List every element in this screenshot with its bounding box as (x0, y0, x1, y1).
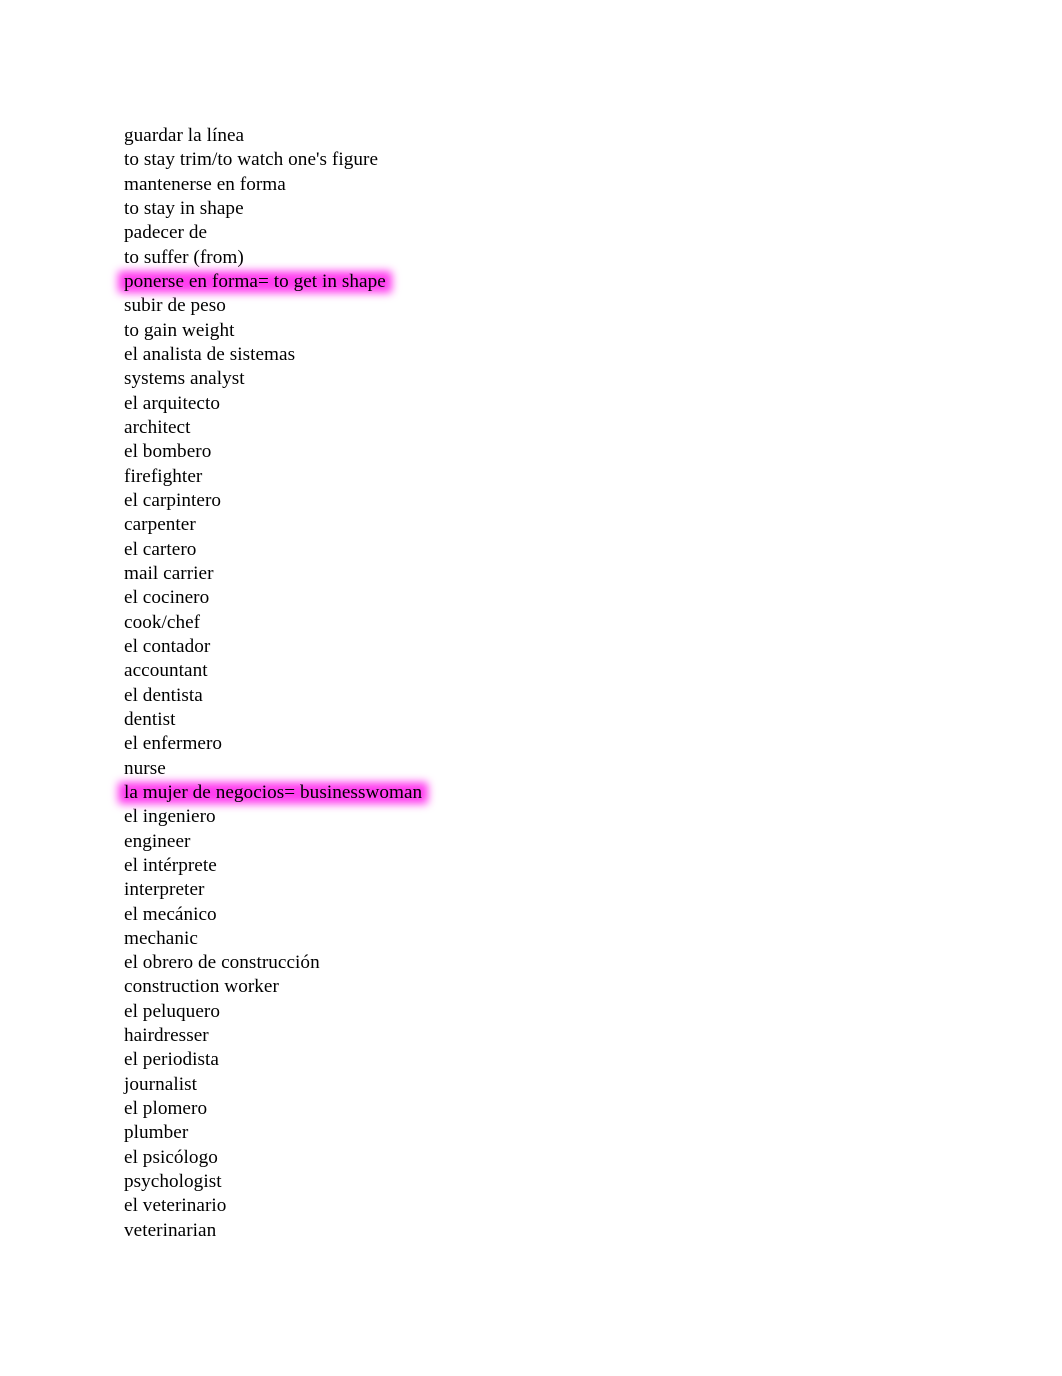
vocabulary-line: interpreter (124, 879, 205, 901)
vocabulary-line: carpenter (124, 514, 196, 536)
vocabulary-row: construction worker (124, 975, 984, 999)
vocabulary-line: veterinarian (124, 1219, 217, 1241)
vocabulary-row: to suffer (from) (124, 246, 984, 270)
vocabulary-row: subir de peso (124, 294, 984, 318)
vocabulary-row: el dentista (124, 684, 984, 708)
vocabulary-row: psychologist (124, 1170, 984, 1194)
vocabulary-line: firefighter (124, 465, 203, 487)
vocabulary-row: el enfermero (124, 732, 984, 756)
vocabulary-line: el periodista (124, 1049, 219, 1071)
vocabulary-line: el peluquero (124, 1000, 220, 1022)
vocabulary-line: systems analyst (124, 368, 245, 390)
vocabulary-row: mechanic (124, 927, 984, 951)
highlighted-vocabulary-line: ponerse en forma= to get in shape (118, 270, 392, 294)
vocabulary-line: mechanic (124, 927, 198, 949)
vocabulary-line: to stay trim/to watch one's figure (124, 149, 379, 171)
vocabulary-row: nurse (124, 757, 984, 781)
vocabulary-line: el carpintero (124, 489, 222, 511)
vocabulary-row: el mecánico (124, 903, 984, 927)
vocabulary-row: el plomero (124, 1097, 984, 1121)
vocabulary-row: guardar la línea (124, 124, 984, 148)
vocabulary-row: plumber (124, 1121, 984, 1145)
vocabulary-row: engineer (124, 830, 984, 854)
vocabulary-row: el carpintero (124, 489, 984, 513)
vocabulary-line: guardar la línea (124, 125, 245, 146)
vocabulary-row: el intérprete (124, 854, 984, 878)
vocabulary-row: la mujer de negocios= businesswoman (118, 781, 984, 805)
vocabulary-row: el periodista (124, 1048, 984, 1072)
vocabulary-row: to stay trim/to watch one's figure (124, 148, 984, 172)
vocabulary-line: el dentista (124, 684, 203, 706)
vocabulary-row: el arquitecto (124, 392, 984, 416)
vocabulary-row: el peluquero (124, 1000, 984, 1024)
vocabulary-line: to gain weight (124, 319, 235, 341)
vocabulary-line: plumber (124, 1122, 189, 1144)
vocabulary-line: psychologist (124, 1171, 222, 1193)
vocabulary-line: dentist (124, 708, 176, 730)
vocabulary-line: engineer (124, 830, 191, 852)
vocabulary-line: el contador (124, 635, 211, 657)
vocabulary-line: el veterinario (124, 1195, 227, 1217)
vocabulary-row: ponerse en forma= to get in shape (118, 270, 984, 294)
vocabulary-row: el veterinario (124, 1194, 984, 1218)
vocabulary-line: construction worker (124, 976, 279, 998)
vocabulary-row: padecer de (124, 221, 984, 245)
vocabulary-row: el cocinero (124, 586, 984, 610)
vocabulary-row: journalist (124, 1073, 984, 1097)
vocabulary-line: el analista de sistemas (124, 343, 296, 365)
vocabulary-row: to gain weight (124, 319, 984, 343)
vocabulary-row: el contador (124, 635, 984, 659)
vocabulary-line: el cartero (124, 538, 197, 560)
vocabulary-row: mantenerse en forma (124, 173, 984, 197)
vocabulary-row: el bombero (124, 440, 984, 464)
vocabulary-line: el psicólogo (124, 1146, 218, 1168)
vocabulary-row: hairdresser (124, 1024, 984, 1048)
vocabulary-line: mantenerse en forma (124, 173, 286, 195)
vocabulary-line: el mecánico (124, 903, 217, 925)
vocabulary-line: el ingeniero (124, 806, 216, 828)
vocabulary-line: accountant (124, 660, 208, 682)
vocabulary-line: architect (124, 416, 191, 438)
vocabulary-row: el obrero de construcción (124, 951, 984, 975)
vocabulary-row: dentist (124, 708, 984, 732)
vocabulary-row: to stay in shape (124, 197, 984, 221)
vocabulary-line: hairdresser (124, 1025, 209, 1047)
vocabulary-row: interpreter (124, 878, 984, 902)
vocabulary-line: to stay in shape (124, 197, 244, 219)
vocabulary-line: mail carrier (124, 562, 214, 584)
vocabulary-row: firefighter (124, 465, 984, 489)
vocabulary-row: el ingeniero (124, 805, 984, 829)
vocabulary-row: carpenter (124, 513, 984, 537)
vocabulary-line: el cocinero (124, 587, 210, 609)
vocabulary-list: guardar la línea to stay trim/to watch on… (118, 124, 984, 1243)
vocabulary-line: el intérprete (124, 854, 217, 876)
vocabulary-line: cook/chef (124, 611, 201, 633)
vocabulary-line-text: ponerse en forma= to get in shape (124, 270, 386, 292)
vocabulary-line-text: la mujer de negocios= businesswoman (124, 781, 423, 803)
document-page: guardar la línea to stay trim/to watch on… (0, 0, 1062, 1376)
vocabulary-row: architect (124, 416, 984, 440)
vocabulary-line: el arquitecto (124, 392, 221, 414)
vocabulary-row: el psicólogo (124, 1146, 984, 1170)
vocabulary-line: el obrero de construcción (124, 952, 320, 974)
highlighted-vocabulary-line: la mujer de negocios= businesswoman (118, 781, 429, 805)
vocabulary-line: el plomero (124, 1098, 208, 1120)
vocabulary-line: el bombero (124, 441, 212, 463)
vocabulary-line: el enfermero (124, 733, 223, 755)
vocabulary-line: nurse (124, 757, 166, 779)
vocabulary-row: accountant (124, 659, 984, 683)
vocabulary-row: el cartero (124, 538, 984, 562)
vocabulary-line: subir de peso (124, 295, 226, 317)
vocabulary-line: padecer de (124, 222, 208, 244)
vocabulary-row: cook/chef (124, 611, 984, 635)
vocabulary-row: systems analyst (124, 367, 984, 391)
vocabulary-line: to suffer (from) (124, 246, 244, 268)
vocabulary-row: veterinarian (124, 1219, 984, 1243)
vocabulary-row: el analista de sistemas (124, 343, 984, 367)
vocabulary-row: mail carrier (124, 562, 984, 586)
vocabulary-line: journalist (124, 1073, 197, 1095)
